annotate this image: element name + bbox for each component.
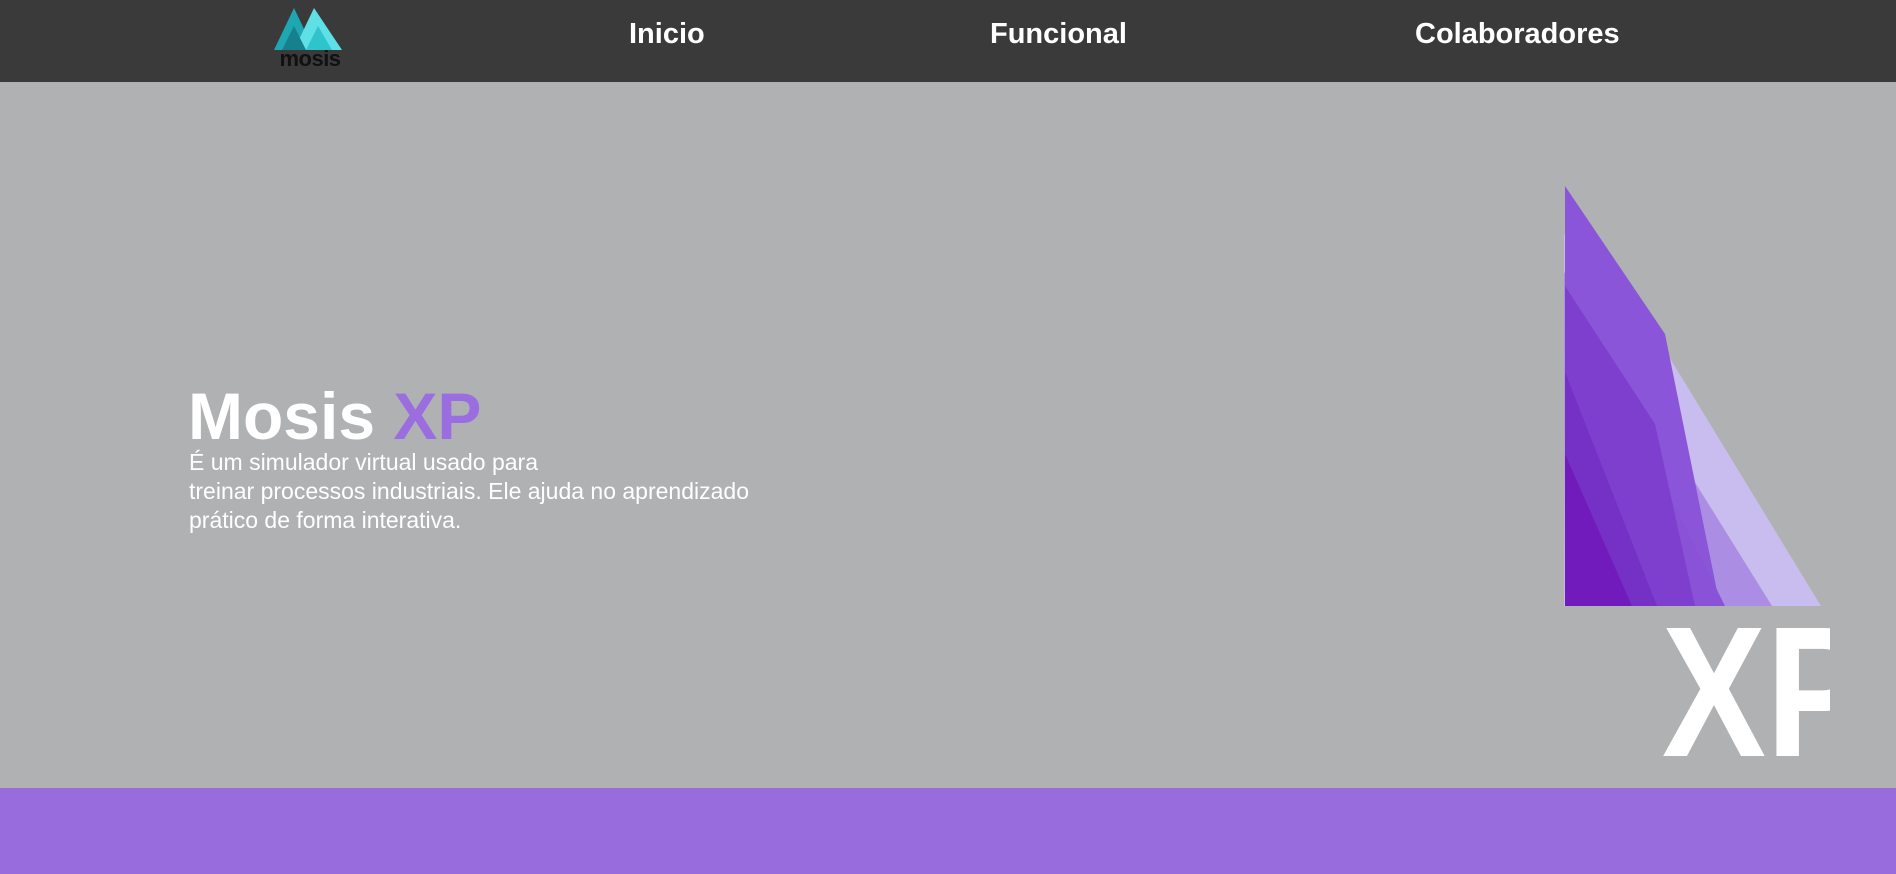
mosis-logo[interactable]: mosis [272, 4, 348, 71]
logo-text: mosis [279, 46, 341, 71]
hero-title: Mosis XP [188, 378, 481, 454]
hero-title-accent: XP [393, 379, 482, 453]
mosis-mountain-icon [274, 8, 342, 50]
xp-graphic-text: XP [1662, 589, 1830, 774]
nav-link-colaboradores[interactable]: Colaboradores [1415, 18, 1620, 51]
hero-title-main: Mosis [188, 379, 394, 453]
navbar: mosis Inicio Funcional Colaboradores [0, 0, 1896, 82]
hero-section: Mosis XP É um simulador virtual usado pa… [0, 82, 1896, 788]
xp-logo-graphic: XP [1370, 134, 1830, 774]
bottom-band [0, 788, 1896, 874]
hero-description-line: prático de forma interativa. [189, 507, 462, 533]
hero-description-line: É um simulador virtual usado para [189, 449, 538, 475]
hero-description-line: treinar processos industriais. Ele ajuda… [189, 478, 749, 504]
nav-link-inicio[interactable]: Inicio [629, 18, 705, 51]
hero-description: É um simulador virtual usado para treina… [189, 448, 829, 535]
nav-link-funcional[interactable]: Funcional [990, 18, 1127, 51]
purple-mountains-icon: XP [1564, 186, 1830, 774]
